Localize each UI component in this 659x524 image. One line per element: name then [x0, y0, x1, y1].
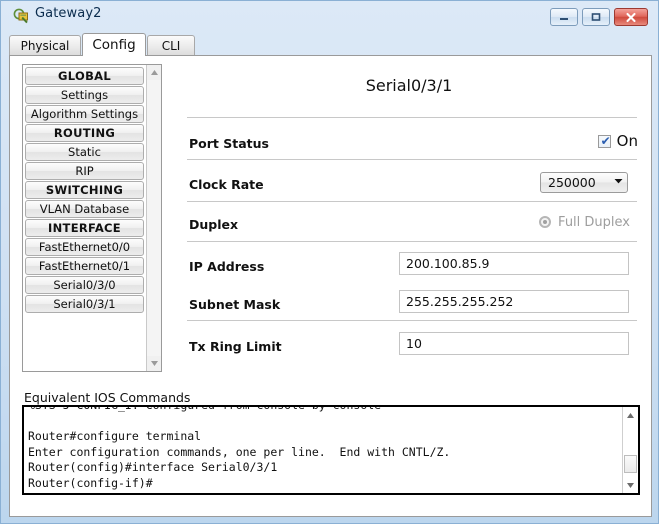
divider [187, 159, 637, 160]
radio-dot [543, 220, 548, 224]
duplex-label: Duplex [189, 217, 239, 232]
divider [187, 117, 637, 118]
duplex-option-full: Full Duplex [518, 212, 630, 232]
maximize-icon [583, 9, 609, 25]
minimize-button[interactable] [550, 8, 578, 26]
chevron-down-icon [609, 178, 627, 187]
sidebar-item-static[interactable]: Static [25, 143, 144, 161]
sidebar-header-global: GLOBAL [25, 67, 144, 85]
divider [187, 320, 637, 321]
scroll-down-icon[interactable] [147, 356, 161, 371]
sidebar-item-vlan-database[interactable]: VLAN Database [25, 200, 144, 218]
equivalent-ios-commands-section: Equivalent IOS Commands %SYS-5-CONFIG_I:… [22, 390, 640, 510]
divider [187, 241, 637, 242]
minimize-icon [551, 9, 577, 25]
sidebar-item-fastethernet0-1[interactable]: FastEthernet0/1 [25, 257, 144, 275]
scroll-down-icon[interactable] [623, 477, 638, 493]
sidebar-scrollbar[interactable] [146, 65, 161, 371]
page-title: Serial0/3/1 [365, 76, 453, 95]
router-device-icon [13, 8, 28, 24]
clock-rate-select[interactable]: 250000 [540, 172, 628, 193]
sidebar-header-interface: INTERFACE [25, 219, 144, 237]
ios-commands-text: %SYS-5-CONFIG_I: Configured from console… [28, 405, 451, 490]
tab-cli[interactable]: CLI [147, 35, 195, 55]
sidebar-item-serial0-3-1[interactable]: Serial0/3/1 [25, 295, 144, 313]
port-status-toggle[interactable]: ✔ On [570, 130, 638, 152]
scrollbar-thumb[interactable] [624, 455, 637, 473]
tx-ring-limit-label: Tx Ring Limit [189, 339, 282, 354]
config-tab-content: GLOBAL Settings Algorithm Settings ROUTI… [9, 55, 652, 517]
checkmark-icon: ✔ [600, 133, 611, 148]
maximize-button[interactable] [582, 8, 610, 26]
config-sidebar-list: GLOBAL Settings Algorithm Settings ROUTI… [23, 65, 146, 314]
title-bar: Gateway2 [1, 1, 659, 31]
close-button[interactable] [614, 8, 648, 26]
subnet-mask-label: Subnet Mask [189, 297, 281, 312]
sidebar-item-settings[interactable]: Settings [25, 86, 144, 104]
close-icon [615, 9, 647, 25]
subnet-mask-input[interactable]: 255.255.255.252 [399, 290, 629, 313]
ip-address-input[interactable]: 200.100.85.9 [399, 252, 629, 275]
divider [187, 201, 637, 202]
ip-address-label: IP Address [189, 259, 265, 274]
config-sidebar: GLOBAL Settings Algorithm Settings ROUTI… [22, 64, 162, 372]
sidebar-item-serial0-3-0[interactable]: Serial0/3/0 [25, 276, 144, 294]
tx-ring-limit-input[interactable]: 10 [399, 332, 629, 355]
ios-console-scrollbar[interactable] [622, 407, 638, 493]
sidebar-item-rip[interactable]: RIP [25, 162, 144, 180]
port-status-value: On [616, 132, 638, 150]
sidebar-item-fastethernet0-0[interactable]: FastEthernet0/0 [25, 238, 144, 256]
radio-button-icon [539, 216, 552, 228]
scroll-up-icon[interactable] [147, 65, 161, 80]
application-window: Gateway2 Physical Config CLI GLOBAL Sett… [0, 0, 659, 524]
scroll-up-icon[interactable] [623, 407, 638, 423]
port-status-checkbox[interactable]: ✔ [597, 133, 611, 148]
window-title: Gateway2 [35, 6, 102, 21]
tab-strip: Physical Config CLI [9, 33, 654, 56]
clock-rate-value: 250000 [548, 175, 596, 190]
ios-commands-console[interactable]: %SYS-5-CONFIG_I: Configured from console… [22, 405, 640, 495]
sidebar-header-switching: SWITCHING [25, 181, 144, 199]
ios-commands-title: Equivalent IOS Commands [24, 390, 191, 405]
interface-config-panel: Serial0/3/1 Port Status ✔ On Clock Rate … [178, 64, 640, 394]
sidebar-item-algorithm-settings[interactable]: Algorithm Settings [25, 105, 144, 123]
tab-config[interactable]: Config [82, 33, 146, 56]
port-status-label: Port Status [189, 136, 269, 151]
sidebar-header-routing: ROUTING [25, 124, 144, 142]
clock-rate-label: Clock Rate [189, 177, 264, 192]
duplex-value: Full Duplex [558, 214, 630, 230]
tab-physical[interactable]: Physical [9, 35, 81, 55]
